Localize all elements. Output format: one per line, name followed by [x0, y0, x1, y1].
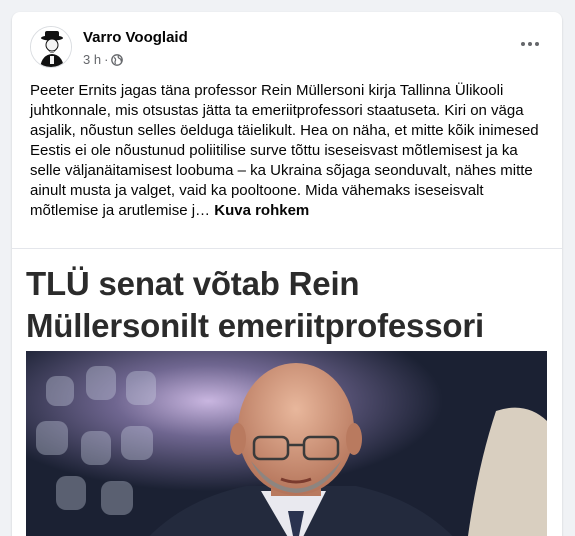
post-header: Varro Vooglaid 3 h · [12, 12, 562, 74]
post-card: Varro Vooglaid 3 h · Peeter Ernits jagas… [12, 12, 562, 536]
more-dot [528, 42, 532, 46]
post-body: Peeter Ernits jagas täna professor Rein … [30, 81, 544, 221]
author-avatar[interactable] [30, 26, 72, 68]
author-name[interactable]: Varro Vooglaid [83, 29, 188, 46]
portrait-photo [26, 351, 547, 536]
more-dot [535, 42, 539, 46]
article-photo[interactable] [26, 351, 547, 536]
avatar-illustration [31, 27, 71, 67]
post-timestamp[interactable]: 3 h [83, 52, 101, 67]
see-more-link[interactable]: Kuva rohkem [214, 202, 309, 219]
post-body-text: Peeter Ernits jagas täna professor Rein … [30, 82, 539, 219]
globe-icon[interactable] [111, 53, 124, 66]
more-options-button[interactable] [512, 32, 548, 56]
post-meta: 3 h · [83, 52, 124, 67]
link-preview[interactable]: TLÜ senat võtab Rein Müllersonilt emerii… [12, 248, 562, 536]
meta-separator: · [104, 52, 109, 67]
more-horizontal-icon [521, 42, 525, 46]
